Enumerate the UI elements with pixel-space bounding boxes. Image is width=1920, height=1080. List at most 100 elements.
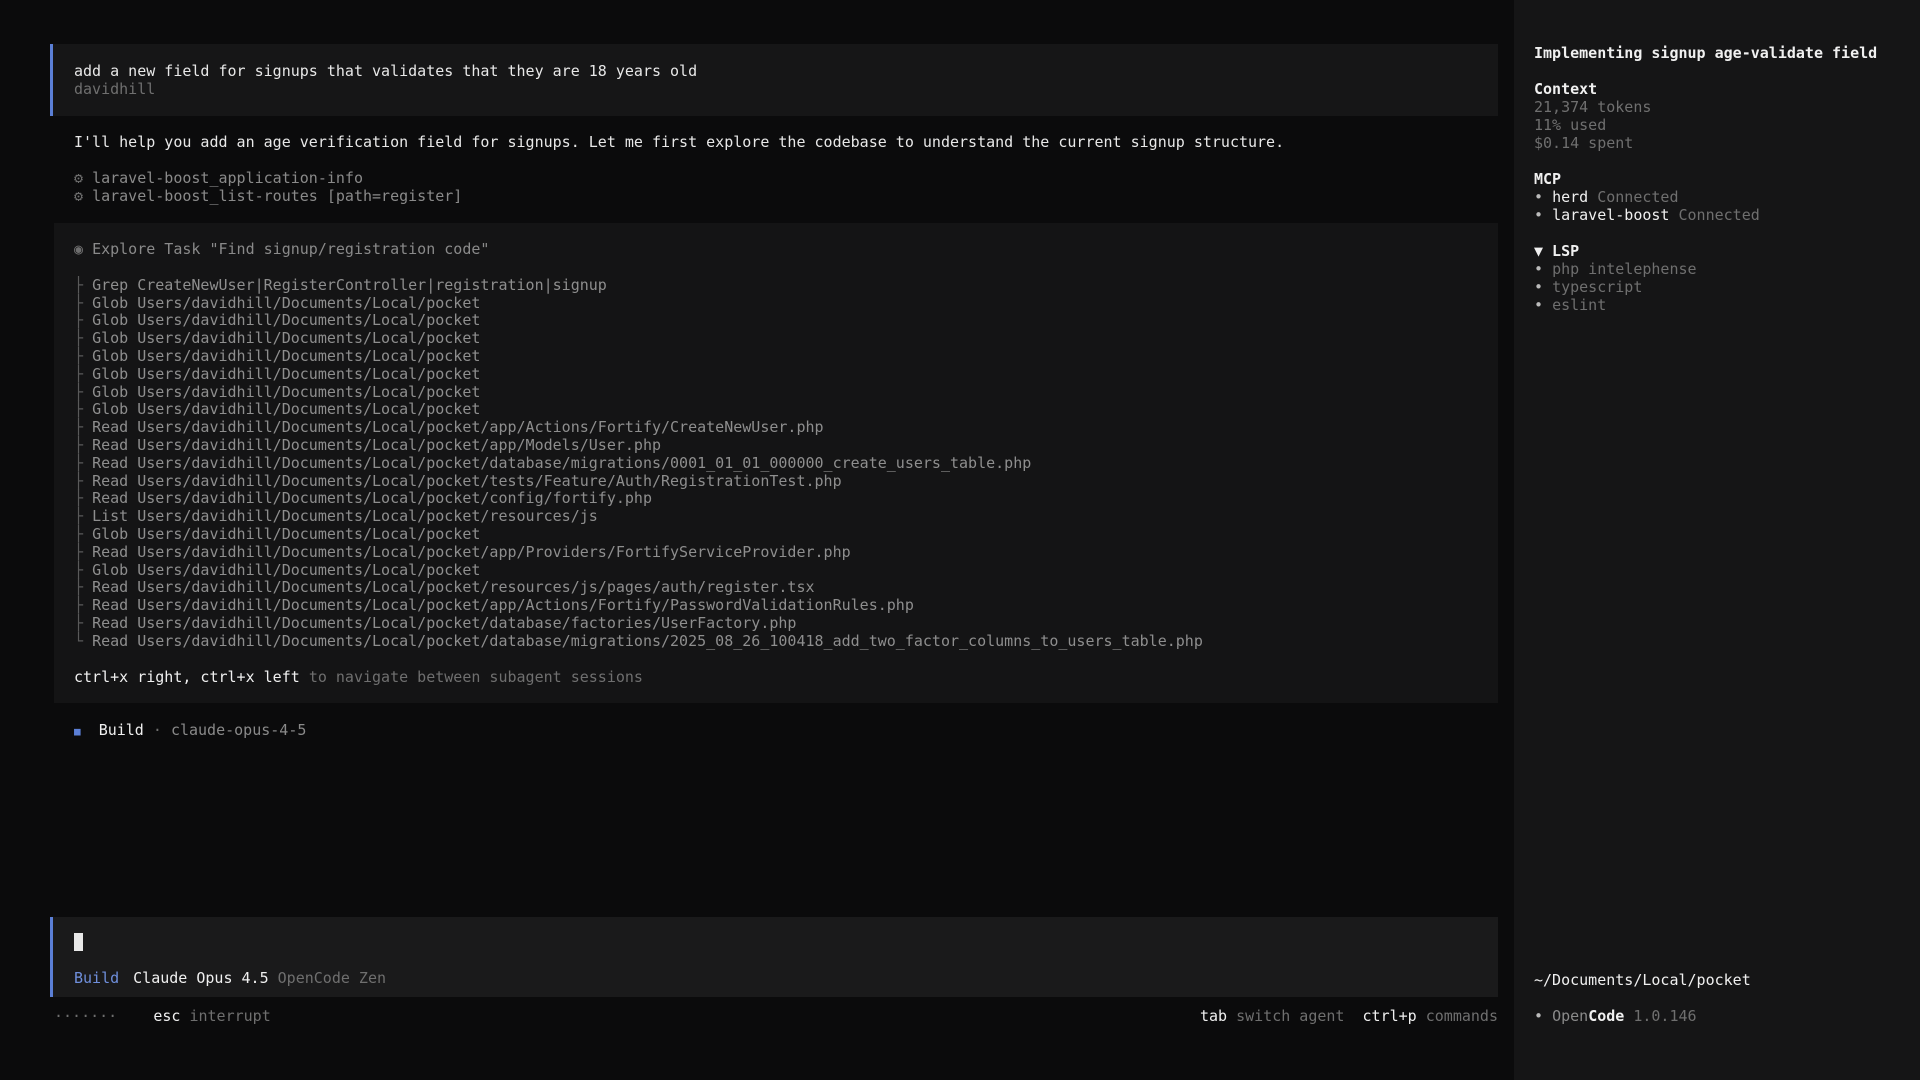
tree-connector-icon: ├ bbox=[74, 560, 93, 579]
tree-connector-icon: ├ bbox=[74, 346, 93, 365]
agent-mode[interactable]: Build bbox=[74, 969, 119, 987]
prompt-info: Build Claude Opus 4.5 OpenCode Zen bbox=[74, 969, 1498, 987]
lsp-heading[interactable]: ▼ LSP bbox=[1534, 242, 1900, 260]
model-name[interactable]: Claude Opus 4.5 bbox=[133, 969, 268, 987]
tree-connector-icon: ├ bbox=[74, 578, 93, 597]
task-step-text: Read Users/davidhill/Documents/Local/poc… bbox=[92, 631, 1203, 650]
model-provider: OpenCode Zen bbox=[277, 969, 387, 987]
lsp-section: ▼ LSP php intelephense typescript eslint bbox=[1534, 242, 1900, 314]
session-title: Implementing signup age-validate field bbox=[1534, 44, 1878, 62]
lsp-item: typescript bbox=[1534, 278, 1900, 296]
task-footer: ctrl+x right, ctrl+x left to navigate be… bbox=[74, 667, 1498, 687]
tree-connector-icon: ├ bbox=[74, 311, 93, 330]
commands-key: ctrl+p bbox=[1362, 1007, 1417, 1025]
tab-key: tab bbox=[1199, 1007, 1228, 1025]
app-name-open: Open bbox=[1552, 1007, 1589, 1025]
context-spent: $0.14 spent bbox=[1534, 134, 1634, 152]
task-step: ├ Glob Users/davidhill/Documents/Local/p… bbox=[74, 560, 1498, 580]
task-step: ├ Glob Users/davidhill/Documents/Local/p… bbox=[74, 400, 1498, 419]
context-section: Context 21,374 tokens 11% used $0.14 spe… bbox=[1534, 80, 1900, 152]
mcp-name: laravel-boost bbox=[1552, 206, 1670, 224]
task-title: ◉ Explore Task "Find signup/registration… bbox=[74, 240, 1498, 259]
tree-connector-icon: ├ bbox=[74, 453, 93, 472]
task-step: ├ Glob Users/davidhill/Documents/Local/p… bbox=[74, 346, 1498, 366]
status-left: ······· esc interrupt bbox=[54, 1007, 271, 1025]
task-step-text: Read Users/davidhill/Documents/Local/poc… bbox=[92, 453, 1032, 472]
task-step-text: List Users/davidhill/Documents/Local/poc… bbox=[92, 507, 598, 526]
task-step: ├ Read Users/davidhill/Documents/Local/p… bbox=[74, 596, 1498, 615]
main-pane: add a new field for signups that validat… bbox=[0, 0, 1514, 1080]
task-step-text: Read Users/davidhill/Documents/Local/poc… bbox=[92, 471, 842, 490]
task-step-text: Read Users/davidhill/Documents/Local/poc… bbox=[92, 435, 662, 454]
tree-connector-icon: ├ bbox=[74, 613, 93, 632]
build-model: claude-opus-4-5 bbox=[170, 721, 307, 739]
commands-label: commands bbox=[1425, 1007, 1498, 1025]
task-step-text: Glob Users/davidhill/Documents/Local/poc… bbox=[92, 311, 481, 330]
task-step-text: Read Users/davidhill/Documents/Local/poc… bbox=[92, 489, 652, 508]
task-step: ├ Read Users/davidhill/Documents/Local/p… bbox=[74, 489, 1498, 508]
context-tokens: 21,374 tokens bbox=[1534, 98, 1652, 116]
task-step-text: Read Users/davidhill/Documents/Local/poc… bbox=[92, 578, 815, 597]
tree-connector-icon: ├ bbox=[74, 435, 93, 454]
tree-connector-icon: ├ bbox=[74, 275, 93, 294]
task-bullet-icon: ◉ bbox=[74, 240, 93, 258]
assistant-message: I'll help you add an age verification fi… bbox=[74, 133, 1285, 151]
task-footer-keys: ctrl+x right, ctrl+x left bbox=[74, 667, 300, 686]
task-step: ├ Glob Users/davidhill/Documents/Local/p… bbox=[74, 293, 1498, 313]
mcp-section: MCP herd Connected laravel-boost Connect… bbox=[1534, 170, 1900, 224]
task-step: ├ Read Users/davidhill/Documents/Local/p… bbox=[74, 435, 1498, 455]
task-step: ├ Read Users/davidhill/Documents/Local/p… bbox=[74, 578, 1498, 597]
build-separator: · bbox=[152, 721, 162, 739]
mcp-heading: MCP bbox=[1534, 170, 1562, 188]
lsp-item: eslint bbox=[1534, 296, 1900, 314]
task-step: ├ Read Users/davidhill/Documents/Local/p… bbox=[74, 613, 1498, 633]
lsp-item: php intelephense bbox=[1534, 260, 1900, 278]
esc-label: interrupt bbox=[189, 1007, 271, 1025]
progress-dots: ······· bbox=[54, 1007, 118, 1025]
task-step-text: Read Users/davidhill/Documents/Local/poc… bbox=[92, 542, 851, 561]
tree-connector-icon: ├ bbox=[74, 507, 93, 526]
task-step: ├ List Users/davidhill/Documents/Local/p… bbox=[74, 507, 1498, 526]
mcp-name: herd bbox=[1552, 188, 1589, 206]
tab-label: switch agent bbox=[1236, 1007, 1345, 1025]
working-directory: ~/Documents/Local/pocket bbox=[1534, 971, 1751, 989]
tree-connector-icon: ├ bbox=[74, 596, 93, 615]
tree-connector-icon: ├ bbox=[74, 382, 93, 401]
status-right: tab switch agent ctrl+p commands bbox=[1200, 1007, 1498, 1025]
mcp-status: Connected bbox=[1678, 206, 1760, 224]
task-step-text: Read Users/davidhill/Documents/Local/poc… bbox=[92, 613, 797, 632]
task-step: ├ Read Users/davidhill/Documents/Local/p… bbox=[74, 542, 1498, 562]
task-step-text: Grep CreateNewUser|RegisterController|re… bbox=[92, 275, 607, 294]
task-step: ├ Glob Users/davidhill/Documents/Local/p… bbox=[74, 364, 1498, 384]
mcp-item-laravel-boost: laravel-boost Connected bbox=[1534, 206, 1900, 224]
task-step: ├ Read Users/davidhill/Documents/Local/p… bbox=[74, 453, 1498, 473]
tool-call: laravel-boost_list-routes [path=register… bbox=[74, 187, 462, 205]
tree-connector-icon: ├ bbox=[74, 400, 93, 419]
tool-call: laravel-boost_application-info bbox=[74, 169, 462, 187]
mcp-status: Connected bbox=[1597, 188, 1679, 206]
user-name: davidhill bbox=[74, 80, 156, 98]
app-version: OpenCode 1.0.146 bbox=[1534, 1007, 1697, 1025]
mcp-item-herd: herd Connected bbox=[1534, 188, 1900, 206]
task-step-text: Glob Users/davidhill/Documents/Local/poc… bbox=[92, 364, 481, 383]
text-cursor bbox=[74, 933, 83, 951]
prompt-input[interactable]: Build Claude Opus 4.5 OpenCode Zen bbox=[50, 917, 1498, 997]
user-message: add a new field for signups that validat… bbox=[50, 44, 1498, 116]
tree-connector-icon: ├ bbox=[74, 293, 93, 312]
app-name-code: Code bbox=[1588, 1007, 1625, 1025]
session-sidebar: Implementing signup age-validate field C… bbox=[1514, 0, 1920, 1080]
task-step: └ Read Users/davidhill/Documents/Local/p… bbox=[74, 631, 1498, 651]
task-step: ├ Glob Users/davidhill/Documents/Local/p… bbox=[74, 311, 1498, 330]
task-footer-text: to navigate between subagent sessions bbox=[308, 667, 643, 686]
subagent-task-block[interactable]: ◉ Explore Task "Find signup/registration… bbox=[54, 223, 1498, 703]
user-message-text: add a new field for signups that validat… bbox=[74, 62, 698, 80]
tree-connector-icon: ├ bbox=[74, 418, 93, 437]
task-step-text: Glob Users/davidhill/Documents/Local/poc… bbox=[92, 293, 481, 312]
task-step-text: Glob Users/davidhill/Documents/Local/poc… bbox=[92, 329, 481, 348]
task-title-text: Explore Task "Find signup/registration c… bbox=[92, 240, 490, 258]
tree-connector-icon: ├ bbox=[74, 329, 93, 348]
version-number: 1.0.146 bbox=[1633, 1007, 1697, 1025]
context-used: 11% used bbox=[1534, 116, 1607, 134]
task-step: ├ Glob Users/davidhill/Documents/Local/p… bbox=[74, 382, 1498, 402]
task-step-list: ├ Grep CreateNewUser|RegisterController|… bbox=[74, 275, 1498, 651]
